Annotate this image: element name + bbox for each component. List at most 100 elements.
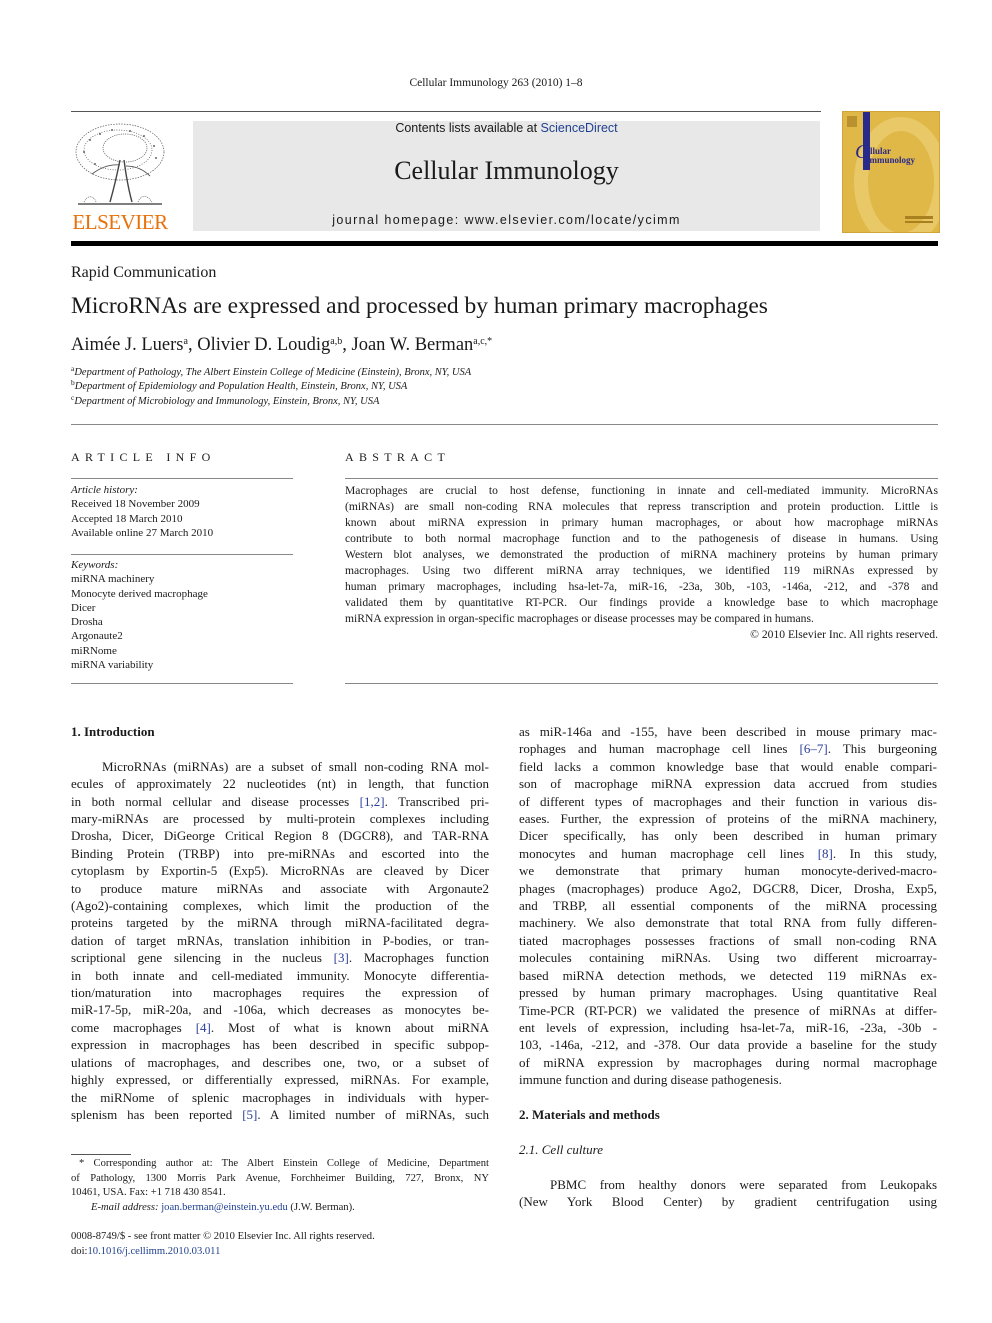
citation-link[interactable]: [1,2]: [360, 794, 385, 809]
body-line: cytoplasm by Exportin-5 (Exp5). MicroRNA…: [71, 863, 489, 879]
corresponding-author-note: of Pathology, 1300 Morris Park Avenue, F…: [71, 1172, 489, 1184]
author-separator: ,: [342, 335, 352, 355]
body-line: come macrophages [4]. Most of what is kn…: [71, 1019, 489, 1036]
divider: [345, 478, 938, 479]
abstract-text: Macrophages are crucial to host defense,…: [345, 483, 938, 643]
article-history-label: Article history:: [71, 484, 138, 496]
line-text: in both normal cellular and disease proc…: [71, 793, 360, 809]
citation-link[interactable]: [6–7]: [800, 741, 828, 756]
keywords: Keywords: miRNA machinery Monocyte deriv…: [71, 558, 208, 672]
svg-text:Immunology: Immunology: [866, 155, 916, 165]
section-heading-introduction: 1. Introduction: [71, 724, 155, 739]
body-line: of different types of macrophages and th…: [519, 793, 937, 809]
corresponding-author-note: 10461, USA. Fax: +1 718 430 8541.: [71, 1187, 226, 1198]
header-rule: [71, 111, 821, 112]
body-line: tiated macrophages possesses fractions o…: [519, 932, 937, 948]
abstract-line: (miRNAs) are small non-coding RNA molecu…: [345, 500, 938, 513]
divider: [71, 683, 293, 684]
section-heading-methods: 2. Materials and methods: [519, 1106, 660, 1122]
citation-link[interactable]: [5]: [242, 1107, 257, 1122]
affiliation-text: Department of Epidemiology and Populatio…: [74, 381, 408, 392]
line-text: . In this study,: [832, 845, 937, 861]
header-thick-rule: [71, 241, 938, 246]
front-matter: 0008-8749/$ - see front matter © 2010 El…: [71, 1230, 375, 1259]
body-line: (Ago2)-containing complexes, which limit…: [71, 898, 489, 914]
divider: [345, 683, 938, 684]
line-text: . Macrophages function: [348, 950, 489, 966]
keyword: miRNA variability: [71, 659, 154, 672]
author-name[interactable]: Joan W. Berman: [352, 335, 474, 355]
affiliation-text: Department of Pathology, The Albert Eins…: [74, 367, 472, 378]
affiliation-text: Department of Microbiology and Immunolog…: [74, 396, 380, 407]
author-affiliation-mark[interactable]: a,b: [330, 336, 342, 347]
body-column-right: as miR-146a and -155, have been describe…: [519, 723, 937, 1210]
body-line: immune function and during disease patho…: [519, 1072, 782, 1088]
line-text: monocytes and human macrophage cell line…: [519, 845, 818, 861]
keyword: Dicer: [71, 601, 96, 614]
body-line: miR-17-5p, miR-20a, and -106a, which dec…: [71, 1002, 489, 1018]
body-line: we demonstrate that primary human monocy…: [519, 863, 937, 879]
keyword: Drosha: [71, 616, 103, 629]
body-line: in both innate and cell-mediated immunit…: [71, 967, 489, 983]
divider: [71, 554, 293, 555]
abstract-line: Western blot analyses, we demonstrated t…: [345, 548, 938, 561]
subsection-heading-cell-culture: 2.1. Cell culture: [519, 1141, 604, 1157]
body-line: MicroRNAs (miRNAs) are a subset of small…: [102, 758, 489, 774]
line-text: come macrophages: [71, 1019, 196, 1035]
author-name[interactable]: Aimée J. Luers: [71, 335, 184, 355]
history-received: Received 18 November 2009: [71, 498, 200, 511]
author-affiliation-mark[interactable]: a,c,*: [473, 336, 492, 347]
keyword: miRNome: [71, 644, 117, 657]
body-line: (New York Blood Center) by gradient cent…: [519, 1193, 937, 1209]
intro-paragraph-continued: as miR-146a and -155, have been describe…: [519, 723, 937, 1089]
article-info-heading: ARTICLE INFO: [71, 450, 216, 464]
email-link[interactable]: joan.berman@einstein.yu.edu: [161, 1202, 288, 1213]
article-title: MicroRNAs are expressed and processed by…: [71, 293, 768, 319]
issn-copyright: 0008-8749/$ - see front matter © 2010 El…: [71, 1231, 375, 1242]
body-line: splenism has been reported [5]. A limite…: [71, 1106, 489, 1123]
article-history: Article history: Received 18 November 20…: [71, 483, 213, 540]
elsevier-wordmark: ELSEVIER: [72, 210, 168, 234]
body-line: 103, -146a, -212, and -378. Our data pro…: [519, 1037, 937, 1053]
body-line: rophages and human macrophage cell lines…: [519, 740, 937, 757]
journal-homepage-link[interactable]: journal homepage: www.elsevier.com/locat…: [193, 213, 820, 227]
sciencedirect-link[interactable]: ScienceDirect: [541, 121, 618, 135]
contents-line: Contents lists available at ScienceDirec…: [193, 121, 820, 135]
body-line: ecules of approximately 22 nucleotides (…: [71, 776, 489, 792]
abstract-copyright: © 2010 Elsevier Inc. All rights reserved…: [750, 628, 938, 641]
citation-link[interactable]: [3]: [334, 950, 349, 965]
body-line: the miRNome of splenic macrophages in in…: [71, 1089, 489, 1105]
abstract-line: macrophages. Using two different miRNA a…: [345, 564, 938, 577]
journal-cover-image[interactable]: C ellular Immunology: [842, 111, 940, 233]
body-line: mary-miRNAs are processed by multi-prote…: [71, 811, 489, 827]
running-head: Cellular Immunology 263 (2010) 1–8: [409, 77, 583, 89]
abstract-line: contribute to both normal macrophage fun…: [345, 532, 938, 545]
body-line: as miR-146a and -155, have been describe…: [519, 724, 937, 739]
citation-link[interactable]: [8]: [818, 846, 833, 861]
email-suffix: (J.W. Berman).: [287, 1201, 355, 1213]
line-text: splenism has been reported: [71, 1106, 243, 1122]
tree-icon: [75, 123, 165, 205]
body-line: in both normal cellular and disease proc…: [71, 793, 489, 810]
email-note: E-mail address: joan.berman@einstein.yu.…: [71, 1201, 489, 1216]
body-line: to produce mature miRNAs and associate w…: [71, 880, 489, 896]
line-text: rophages and human macrophage cell lines: [519, 741, 800, 757]
doi-link[interactable]: 10.1016/j.cellimm.2010.03.011: [87, 1246, 220, 1257]
history-online: Available online 27 March 2010: [71, 526, 214, 539]
line-text: . Transcribed pri-: [384, 793, 489, 809]
keyword: Argonaute2: [71, 630, 123, 643]
citation-link[interactable]: [4]: [196, 1020, 211, 1035]
body-line: Binding Protein (TRBP) into pre-miRNAs a…: [71, 845, 489, 861]
author-name[interactable]: Olivier D. Loudig: [197, 335, 330, 355]
body-line: machinery. We also demonstrate that tota…: [519, 915, 937, 931]
abstract-line: miRNA expression in organ-specific macro…: [345, 612, 814, 625]
body-line: expression in macrophages has been descr…: [71, 1037, 489, 1053]
line-text: . A limited number of miRNAs, such: [257, 1106, 489, 1122]
keyword: miRNA machinery: [71, 573, 155, 586]
journal-name: Cellular Immunology: [394, 156, 619, 185]
body-line: molecules containing miRNAs. Using two d…: [519, 950, 937, 966]
keyword: Monocyte derived macrophage: [71, 587, 208, 600]
